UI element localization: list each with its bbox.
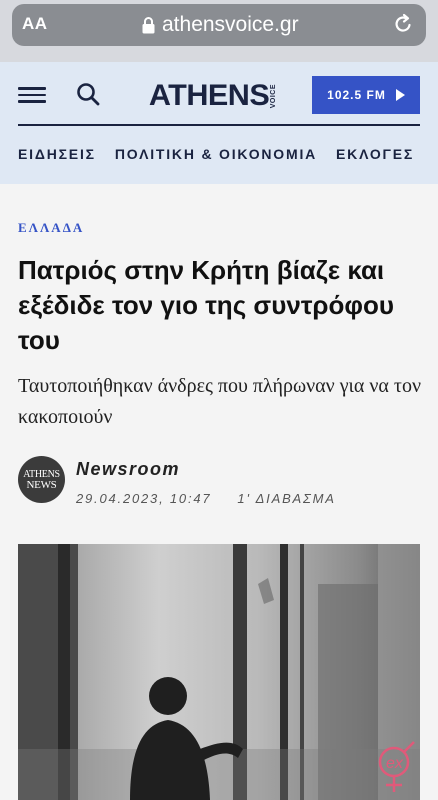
search-icon[interactable] [76, 82, 100, 106]
article-meta: 29.04.2023, 10:47 1' ΔΙΑΒΑΣΜΑ [76, 491, 336, 506]
main-nav: ΕΙΔΗΣΕΙΣ ΠΟΛΙΤΙΚΗ & ΟΙΚΟΝΟΜΙΑ ΕΚΛΟΓΕΣ [18, 146, 414, 162]
avatar-line-1: ATHENS [23, 468, 60, 480]
read-time: 1' ΔΙΑΒΑΣΜΑ [237, 491, 336, 506]
publish-date: 29.04.2023, 10:47 [76, 491, 212, 506]
site-logo[interactable]: ATHENS VOICE [148, 79, 278, 112]
text-size-button[interactable]: AA [22, 14, 48, 34]
reload-icon[interactable] [392, 13, 414, 35]
browser-toolbar: AA athensvoice.gr [0, 0, 438, 62]
nav-item-politics-economy[interactable]: ΠΟΛΙΤΙΚΗ & ΟΙΚΟΝΟΜΙΑ [115, 146, 317, 162]
article-subheadline: Ταυτοποιήθηκαν άνδρες που πλήρωναν για ν… [18, 375, 421, 428]
nav-item-elections[interactable]: ΕΚΛΟΓΕΣ [336, 146, 414, 162]
watermark-logo: ex [370, 740, 430, 798]
site-header: ATHENS VOICE 102.5 FM ΕΙΔΗΣΕΙΣ ΠΟΛΙΤΙΚΗ … [0, 62, 438, 184]
article-headline: Πατριός στην Κρήτη βίαζε και εξέδιδε τον… [18, 255, 394, 355]
header-divider [18, 124, 420, 126]
logo-side-text: VOICE [270, 83, 278, 109]
hamburger-menu-icon[interactable] [18, 87, 46, 103]
url-text: athensvoice.gr [162, 13, 299, 36]
radio-label: 102.5 FM [327, 88, 386, 102]
url-display[interactable]: athensvoice.gr [142, 13, 299, 37]
avatar-line-2: NEWS [26, 478, 57, 491]
author-avatar[interactable]: ATHENS NEWS [18, 456, 65, 503]
article-category[interactable]: ΕΛΛΑΔΑ [18, 220, 84, 236]
lock-icon [142, 16, 155, 34]
logo-text: ATHENS [148, 79, 270, 112]
radio-play-button[interactable]: 102.5 FM [312, 76, 420, 114]
article-hero-image[interactable] [18, 544, 420, 800]
address-bar[interactable]: AA athensvoice.gr [12, 4, 426, 46]
author-name[interactable]: Newsroom [76, 459, 180, 480]
play-icon [395, 89, 405, 101]
nav-item-news[interactable]: ΕΙΔΗΣΕΙΣ [18, 146, 96, 162]
watermark-text: ex [386, 755, 404, 772]
